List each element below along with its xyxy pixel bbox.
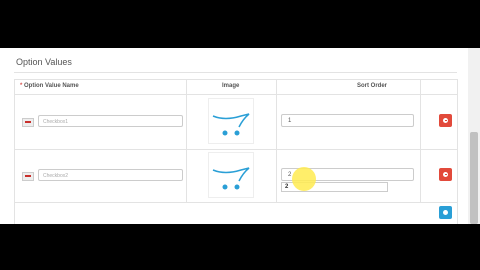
cart-placeholder-icon <box>212 113 250 136</box>
row-divider <box>14 149 457 150</box>
header-name-label: Option Value Name <box>24 83 79 89</box>
column-divider <box>276 79 277 203</box>
scrollbar-thumb[interactable] <box>470 132 478 224</box>
header-option-value-name: * Option Value Name <box>20 83 79 89</box>
header-bottom-border <box>14 94 457 95</box>
cart-placeholder-icon <box>212 167 250 190</box>
header-image: Image <box>222 83 240 89</box>
section-divider <box>14 72 457 73</box>
option-value-name-input[interactable]: Checkbox2 <box>38 169 183 181</box>
sort-order-input[interactable]: 1 <box>281 114 414 127</box>
column-divider <box>420 79 421 203</box>
table-top-border <box>14 79 457 80</box>
option-image-thumbnail[interactable] <box>208 152 254 198</box>
section-title: Option Values <box>16 57 72 67</box>
remove-option-value-button[interactable] <box>439 168 452 181</box>
remove-option-value-button[interactable] <box>439 114 452 127</box>
cursor-highlight <box>292 167 316 191</box>
required-mark: * <box>20 83 23 89</box>
table-right-border <box>457 79 458 224</box>
column-divider <box>186 79 187 203</box>
row-divider <box>14 202 457 203</box>
option-image-thumbnail[interactable] <box>208 98 254 144</box>
header-sort-order: Sort Order <box>357 83 388 89</box>
table-left-border <box>14 79 15 224</box>
add-option-value-button[interactable] <box>439 206 452 219</box>
option-value-name-input[interactable]: Checkbox1 <box>38 115 183 127</box>
plus-circle-icon <box>443 210 448 215</box>
language-flag-icon <box>22 118 34 127</box>
language-flag-icon <box>22 172 34 181</box>
minus-circle-icon <box>443 118 448 123</box>
minus-circle-icon <box>443 172 448 177</box>
